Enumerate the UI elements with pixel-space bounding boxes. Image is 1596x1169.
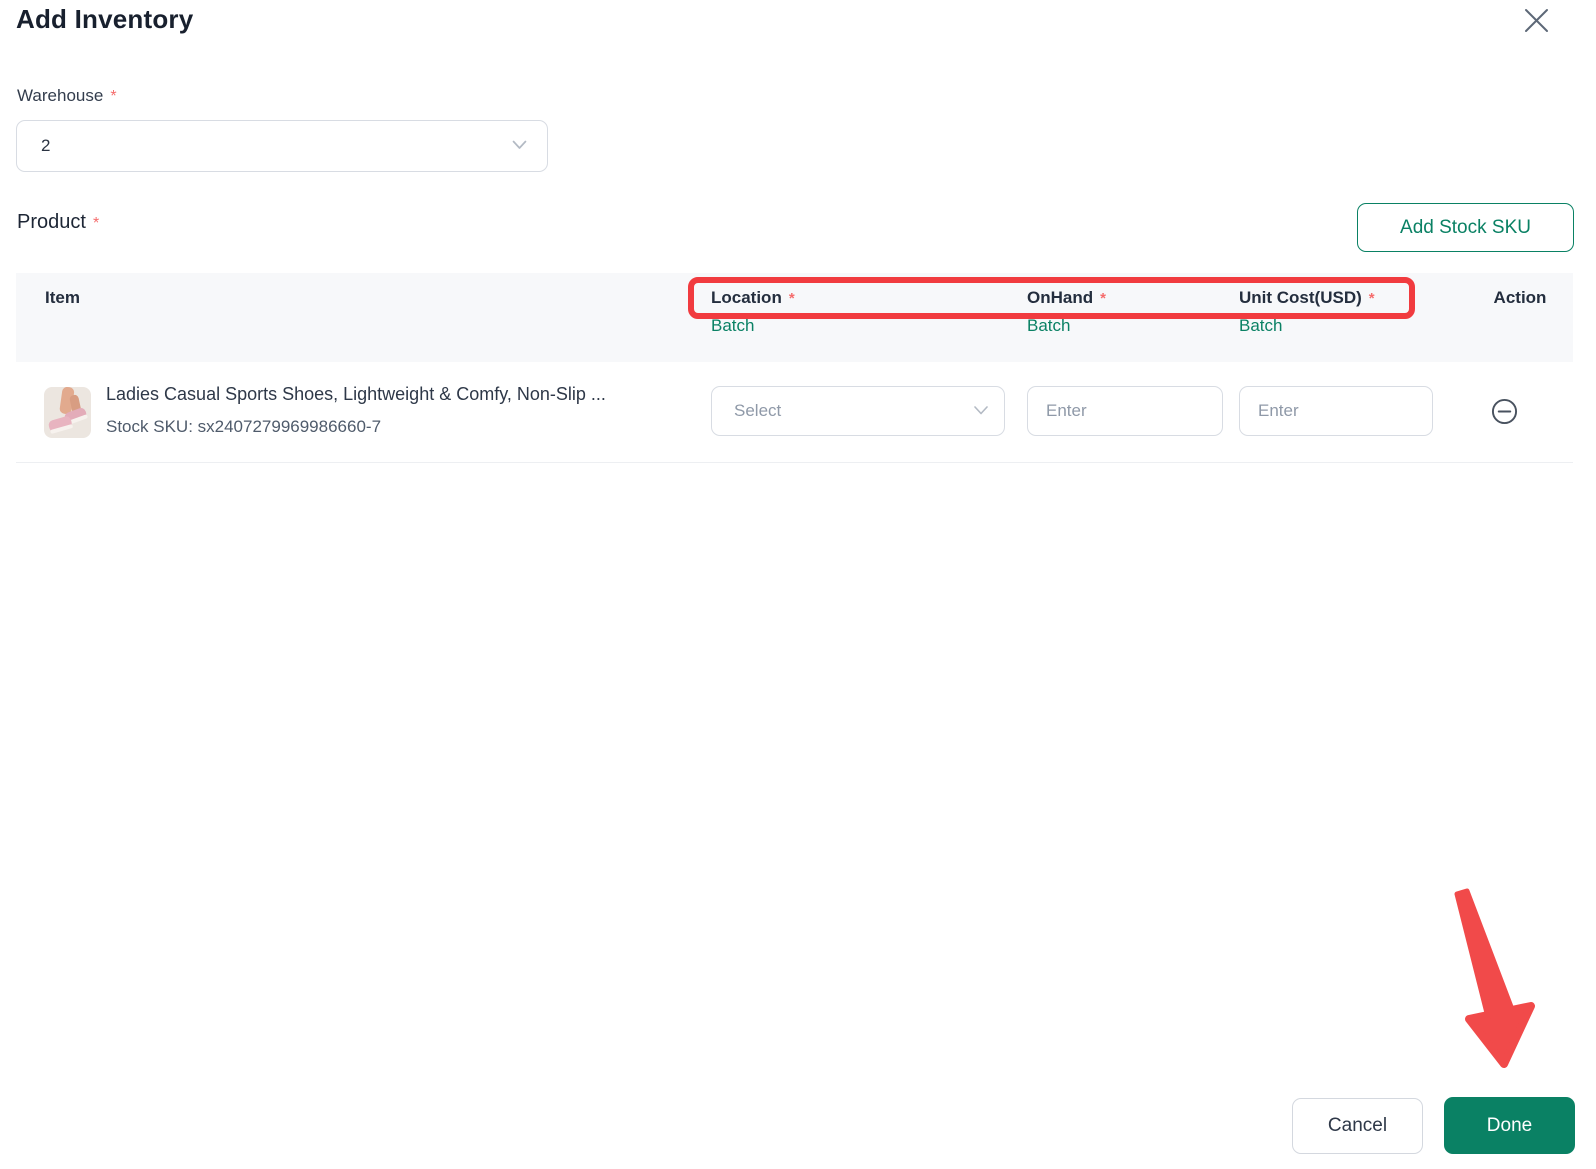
product-info: Ladies Casual Sports Shoes, Lightweight … [106, 383, 606, 438]
location-header-text: Location [711, 288, 782, 307]
onhand-batch-link[interactable]: Batch [1027, 316, 1070, 336]
required-asterisk: * [110, 88, 117, 105]
table-row: Ladies Casual Sports Shoes, Lightweight … [16, 362, 1573, 463]
location-select-placeholder: Select [734, 401, 782, 420]
required-asterisk: * [1100, 290, 1106, 307]
done-button[interactable]: Done [1444, 1097, 1575, 1154]
minus-circle-icon [1491, 398, 1518, 428]
red-arrow-annotation [1380, 850, 1596, 1080]
page-title: Add Inventory [16, 4, 194, 34]
table-header: Item Location * Batch OnHand * Batch Unit … [16, 273, 1573, 362]
product-table: Item Location * Batch OnHand * Batch Unit … [16, 273, 1573, 463]
location-batch-link[interactable]: Batch [711, 316, 754, 336]
product-label-text: Product [17, 211, 86, 233]
add-inventory-modal: Add Inventory Warehouse * 2 Product * Add … [0, 0, 1596, 1169]
chevron-down-icon [974, 402, 988, 420]
column-header-onhand: OnHand * [1027, 288, 1106, 308]
cancel-button[interactable]: Cancel [1292, 1098, 1423, 1154]
product-label: Product * [17, 211, 99, 234]
required-asterisk: * [788, 290, 795, 307]
onhand-input[interactable] [1027, 386, 1223, 436]
warehouse-select[interactable]: 2 [16, 120, 548, 172]
column-header-location: Location * [711, 288, 795, 308]
unit-cost-input[interactable] [1239, 386, 1433, 436]
required-asterisk: * [1368, 290, 1375, 307]
unit-cost-batch-link[interactable]: Batch [1239, 316, 1282, 336]
add-stock-sku-button[interactable]: Add Stock SKU [1357, 203, 1574, 252]
chevron-down-icon [512, 137, 527, 155]
column-header-unit-cost: Unit Cost(USD) * [1239, 288, 1375, 308]
column-header-item: Item [45, 288, 80, 307]
onhand-header-text: OnHand [1027, 288, 1094, 307]
product-sku: Stock SKU: sx2407279969986660-7 [106, 417, 382, 436]
product-title: Ladies Casual Sports Shoes, Lightweight … [106, 384, 606, 404]
warehouse-label: Warehouse * [17, 86, 117, 106]
close-icon [1523, 7, 1550, 37]
warehouse-select-value: 2 [41, 136, 51, 155]
column-header-action: Action [1493, 288, 1547, 307]
remove-row-button[interactable] [1491, 398, 1518, 425]
unit-cost-header-text: Unit Cost(USD) [1239, 288, 1362, 307]
location-select[interactable]: Select [711, 386, 1005, 436]
close-button[interactable] [1518, 4, 1554, 40]
product-thumbnail [44, 387, 91, 438]
required-asterisk: * [92, 215, 100, 232]
warehouse-label-text: Warehouse [17, 86, 104, 105]
